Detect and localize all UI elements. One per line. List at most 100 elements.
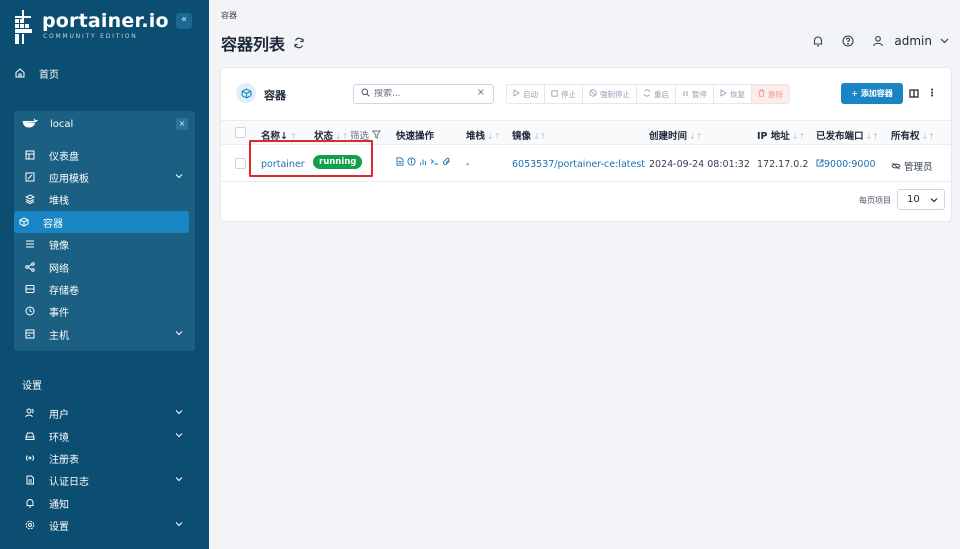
sidebar-item-auth-logs[interactable]: 认证日志 (20, 469, 195, 491)
external-link-icon (816, 159, 824, 170)
sidebar-item-label: 注册表 (49, 454, 79, 466)
ownership-value: 管理员 (891, 159, 933, 173)
notification-bell-icon[interactable] (808, 31, 828, 51)
sidebar-item-label: 网络 (49, 263, 69, 275)
sidebar-item-label: 认证日志 (49, 476, 89, 488)
sidebar-item-host[interactable]: 主机 (20, 323, 195, 345)
start-button[interactable]: 启动 (507, 85, 545, 103)
settings-gear-icon (24, 519, 36, 531)
sidebar-item-stacks[interactable]: 堆栈 (20, 188, 195, 210)
chevron-down-icon (175, 430, 183, 441)
add-container-button[interactable]: + 添加容器 (841, 83, 903, 104)
search-box[interactable]: × (353, 84, 494, 104)
sidebar-item-settings[interactable]: 设置 (20, 514, 195, 536)
search-icon (361, 88, 370, 100)
column-stack[interactable]: 堆栈 ↓↑ (466, 128, 500, 142)
environments-icon (24, 430, 36, 442)
attach-icon[interactable] (442, 157, 451, 166)
sidebar-item-label: 环境 (49, 432, 69, 444)
container-cube-icon (236, 83, 256, 103)
environment-header[interactable]: local × (14, 113, 195, 135)
host-icon (24, 328, 36, 340)
select-all-checkbox[interactable] (235, 127, 246, 138)
sidebar-item-label: 通知 (49, 499, 69, 511)
sidebar-item-dashboard[interactable]: 仪表盘 (20, 144, 195, 166)
stop-icon (551, 89, 558, 99)
stats-icon[interactable] (419, 157, 427, 166)
column-ownership[interactable]: 所有权 ↓↑ (891, 128, 935, 142)
sidebar-item-containers[interactable]: 容器 (14, 211, 189, 233)
columns-icon[interactable] (909, 89, 919, 101)
chevron-down-icon (175, 328, 183, 339)
stack-value: - (466, 159, 470, 170)
page-title: 容器列表 (221, 31, 305, 55)
inspect-icon[interactable] (407, 157, 416, 166)
column-created[interactable]: 创建时间 ↓↑ (649, 128, 702, 142)
help-icon[interactable] (838, 31, 858, 51)
more-options-icon[interactable]: ⋮ (927, 88, 937, 99)
close-environment-button[interactable]: × (176, 118, 188, 130)
chevron-down-icon (175, 474, 183, 485)
restart-button[interactable]: 重启 (637, 85, 676, 103)
ip-value: 172.17.0.2 (757, 159, 809, 170)
username[interactable]: admin (894, 34, 932, 48)
sidebar-item-events[interactable]: 事件 (20, 300, 195, 322)
created-value: 2024-09-24 08:01:32 (649, 159, 750, 170)
user-icon[interactable] (868, 31, 888, 51)
row-checkbox[interactable] (235, 158, 246, 169)
sidebar-item-label: 首页 (39, 69, 59, 81)
sidebar-item-networks[interactable]: 网络 (20, 256, 195, 278)
settings-section-title: 设置 (22, 381, 42, 392)
column-ports[interactable]: 已发布端口 ↓↑ (816, 128, 879, 142)
console-icon[interactable] (430, 157, 439, 166)
stop-button[interactable]: 停止 (545, 85, 583, 103)
clear-search-icon[interactable]: × (477, 87, 485, 98)
dashboard-icon (24, 149, 36, 161)
remove-button[interactable]: 删除 (752, 85, 789, 103)
refresh-icon[interactable] (293, 34, 305, 53)
sidebar-item-label: 事件 (49, 307, 69, 319)
sidebar-item-users[interactable]: 用户 (20, 402, 195, 424)
app-name: portainer.io (42, 10, 169, 32)
trash-icon (758, 89, 765, 99)
quick-actions (396, 157, 454, 166)
sidebar-item-label: 容器 (43, 218, 63, 230)
sidebar-item-label: 应用模板 (49, 173, 89, 185)
sidebar-item-label: 用户 (49, 409, 69, 421)
sidebar: portainer.io COMMUNITY EDITION « 首页 loca… (0, 0, 209, 549)
sidebar-item-templates[interactable]: 应用模板 (20, 166, 195, 188)
ban-icon (589, 89, 597, 99)
column-image[interactable]: 镜像 ↓↑ (512, 128, 546, 142)
image-link[interactable]: 6053537/portainer-ce:latest (512, 159, 645, 170)
table-row: portainer running - 6053537/portainer-ce… (221, 140, 951, 182)
kill-button[interactable]: 强制停止 (583, 85, 637, 103)
container-actions-group: 启动 停止 强制停止 重启 暂停 恢复 删除 (506, 84, 790, 104)
events-icon (24, 305, 36, 317)
sidebar-item-images[interactable]: 镜像 (20, 233, 195, 255)
sidebar-item-volumes[interactable]: 存储卷 (20, 278, 195, 300)
logs-icon[interactable] (396, 157, 404, 166)
chevron-down-icon[interactable] (940, 36, 949, 47)
container-icon (18, 216, 30, 228)
resume-button[interactable]: 恢复 (714, 85, 752, 103)
breadcrumb[interactable]: 容器 (221, 10, 237, 21)
column-quick-actions: 快速操作 (396, 131, 435, 142)
search-input[interactable] (374, 89, 474, 99)
sidebar-item-registries[interactable]: 注册表 (20, 447, 195, 469)
collapse-sidebar-button[interactable]: « (176, 13, 192, 29)
items-per-page-select[interactable]: 10 (897, 189, 945, 210)
logo[interactable]: portainer.io COMMUNITY EDITION (12, 10, 169, 44)
chevron-down-icon (930, 195, 938, 206)
sidebar-item-home[interactable]: 首页 (14, 62, 195, 84)
sidebar-item-environments[interactable]: 环境 (20, 425, 195, 447)
column-ip[interactable]: IP 地址 ↓↑ (757, 128, 805, 142)
sidebar-item-notifications[interactable]: 通知 (20, 492, 195, 514)
volume-icon (24, 283, 36, 295)
published-port-link[interactable]: 9000:9000 (816, 159, 876, 170)
eye-off-icon (891, 162, 901, 173)
pause-button[interactable]: 暂停 (676, 85, 714, 103)
registry-icon (24, 452, 36, 464)
portainer-logo-icon (12, 10, 34, 44)
sidebar-item-label: 存储卷 (49, 285, 79, 297)
filter-icon (371, 130, 382, 142)
